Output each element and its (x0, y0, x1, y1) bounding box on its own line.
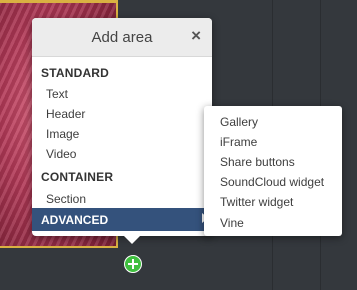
popup-pointer (124, 236, 140, 244)
add-area-popup: Add area × STANDARD Text Header Image Vi… (32, 18, 212, 244)
add-icon[interactable] (124, 255, 142, 273)
menu-item-text[interactable]: Text (46, 87, 68, 101)
selection-border-top (0, 0, 118, 3)
submenu-item-twitter-widget[interactable]: Twitter widget (220, 195, 293, 209)
menu-item-video[interactable]: Video (46, 147, 76, 161)
menu-item-section[interactable]: Section (46, 192, 86, 206)
submenu-item-iframe[interactable]: iFrame (220, 135, 257, 149)
submenu-item-vine[interactable]: Vine (220, 216, 244, 230)
menu-item-advanced[interactable]: ADVANCED (32, 208, 212, 231)
popup-header: Add area × (32, 18, 212, 57)
menu-item-image[interactable]: Image (46, 127, 79, 141)
submenu-item-gallery[interactable]: Gallery (220, 115, 258, 129)
submenu-item-soundcloud-widget[interactable]: SoundCloud widget (220, 175, 324, 189)
advanced-submenu: Gallery iFrame Share buttons SoundCloud … (204, 106, 342, 236)
section-title-standard: STANDARD (41, 66, 110, 80)
menu-item-header[interactable]: Header (46, 107, 85, 121)
popup-title: Add area (91, 29, 153, 46)
section-title-container: CONTAINER (41, 170, 114, 184)
close-icon[interactable]: × (191, 27, 201, 45)
submenu-item-share-buttons[interactable]: Share buttons (220, 155, 295, 169)
advanced-label: ADVANCED (41, 213, 109, 227)
